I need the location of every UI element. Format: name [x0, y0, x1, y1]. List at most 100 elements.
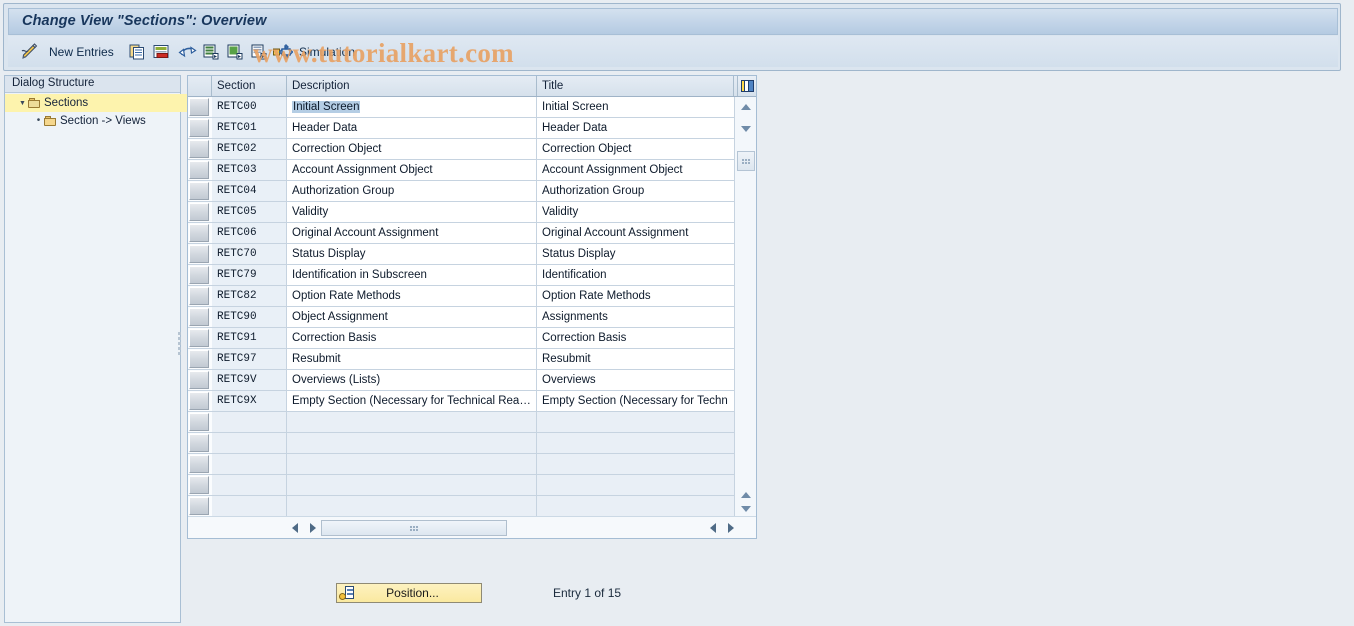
table-row[interactable]: RETC00 Initial Screen Initial Screen: [188, 97, 734, 118]
table-row[interactable]: RETC90 Object Assignment Assignments: [188, 307, 734, 328]
table-row[interactable]: RETC03 Account Assignment Object Account A…: [188, 160, 734, 181]
table-row[interactable]: RETC97 Resubmit Resubmit: [188, 349, 734, 370]
table-cell-empty[interactable]: [287, 496, 537, 516]
row-select-button[interactable]: [189, 497, 209, 515]
table-cell-description[interactable]: Correction Object: [287, 139, 537, 159]
table-cell-empty[interactable]: [537, 454, 734, 474]
table-cell-description[interactable]: Original Account Assignment: [287, 223, 537, 243]
table-row-empty[interactable]: [188, 475, 734, 496]
table-cell-empty[interactable]: [287, 412, 537, 432]
table-cell-description[interactable]: Validity: [287, 202, 537, 222]
table-row-empty[interactable]: [188, 433, 734, 454]
column-header-description[interactable]: Description: [287, 76, 537, 96]
table-horizontal-scrollbar[interactable]: [188, 516, 756, 538]
simulation-button[interactable]: Simulation: [299, 36, 355, 67]
scroll-right-button[interactable]: [304, 520, 321, 536]
select-block-icon[interactable]: [249, 36, 269, 67]
row-select-button[interactable]: [189, 245, 209, 263]
table-cell-section[interactable]: RETC03: [212, 160, 287, 180]
scroll-right-button-right[interactable]: [722, 520, 739, 536]
row-select-button[interactable]: [189, 140, 209, 158]
table-row-empty[interactable]: [188, 454, 734, 475]
scroll-up-button-bottom[interactable]: [738, 487, 754, 502]
table-cell-title[interactable]: Identification: [537, 265, 734, 285]
table-cell-section[interactable]: RETC04: [212, 181, 287, 201]
table-cell-title[interactable]: Overviews: [537, 370, 734, 390]
sidebar-item-sections[interactable]: ▼ Sections: [5, 94, 192, 112]
row-select-button[interactable]: [189, 413, 209, 431]
table-row[interactable]: RETC06 Original Account Assignment Origina…: [188, 223, 734, 244]
delete-icon[interactable]: [151, 36, 171, 67]
table-row[interactable]: RETC02 Correction Object Correction Object: [188, 139, 734, 160]
table-cell-title[interactable]: Option Rate Methods: [537, 286, 734, 306]
table-cell-empty[interactable]: [537, 475, 734, 495]
select-all-icon[interactable]: [201, 36, 221, 67]
table-cell-section[interactable]: RETC9V: [212, 370, 287, 390]
row-select-button[interactable]: [189, 329, 209, 347]
row-select-button[interactable]: [189, 455, 209, 473]
panel-splitter-handle[interactable]: [178, 330, 183, 368]
table-cell-empty[interactable]: [212, 496, 287, 516]
table-row[interactable]: RETC79 Identification in Subscreen Identif…: [188, 265, 734, 286]
table-row[interactable]: RETC82 Option Rate Methods Option Rate Met…: [188, 286, 734, 307]
table-cell-title[interactable]: Correction Basis: [537, 328, 734, 348]
table-cell-title[interactable]: Initial Screen: [537, 97, 734, 117]
simulation-icon[interactable]: [272, 36, 294, 67]
row-select-button[interactable]: [189, 308, 209, 326]
row-select-button[interactable]: [189, 182, 209, 200]
row-select-button[interactable]: [189, 392, 209, 410]
table-cell-empty[interactable]: [212, 412, 287, 432]
table-cell-empty[interactable]: [287, 433, 537, 453]
display-change-icon[interactable]: [16, 36, 42, 67]
position-button[interactable]: Position...: [336, 583, 482, 603]
table-cell-description[interactable]: Overviews (Lists): [287, 370, 537, 390]
row-select-button[interactable]: [189, 287, 209, 305]
table-cell-section[interactable]: RETC70: [212, 244, 287, 264]
deselect-all-icon[interactable]: [225, 36, 245, 67]
new-entries-button[interactable]: New Entries: [49, 36, 114, 67]
table-row[interactable]: RETC01 Header Data Header Data: [188, 118, 734, 139]
table-row[interactable]: RETC9X Empty Section (Necessary for Techn…: [188, 391, 734, 412]
table-row[interactable]: RETC04 Authorization Group Authorization G…: [188, 181, 734, 202]
table-cell-empty[interactable]: [537, 412, 734, 432]
table-cell-section[interactable]: RETC01: [212, 118, 287, 138]
table-cell-description[interactable]: Empty Section (Necessary for Technical R…: [287, 391, 537, 411]
scroll-left-button[interactable]: [286, 520, 303, 536]
scroll-up-button[interactable]: [738, 99, 754, 114]
table-cell-section[interactable]: RETC06: [212, 223, 287, 243]
table-row[interactable]: RETC91 Correction Basis Correction Basis: [188, 328, 734, 349]
table-cell-title[interactable]: Correction Object: [537, 139, 734, 159]
undo-icon[interactable]: [176, 36, 198, 67]
table-cell-section[interactable]: RETC82: [212, 286, 287, 306]
table-cell-description[interactable]: Option Rate Methods: [287, 286, 537, 306]
table-row-empty[interactable]: [188, 496, 734, 516]
row-select-button[interactable]: [189, 434, 209, 452]
column-header-section[interactable]: Section: [212, 76, 287, 96]
column-header-title[interactable]: Title: [537, 76, 734, 96]
row-select-button[interactable]: [189, 371, 209, 389]
table-cell-title[interactable]: Original Account Assignment: [537, 223, 734, 243]
table-cell-section[interactable]: RETC00: [212, 97, 287, 117]
table-cell-empty[interactable]: [537, 433, 734, 453]
table-vertical-scrollbar[interactable]: [734, 97, 756, 516]
table-row[interactable]: RETC9V Overviews (Lists) Overviews: [188, 370, 734, 391]
table-cell-title[interactable]: Header Data: [537, 118, 734, 138]
sidebar-item-section-views[interactable]: • Section -> Views: [5, 112, 208, 130]
table-cell-section[interactable]: RETC9X: [212, 391, 287, 411]
table-cell-section[interactable]: RETC90: [212, 307, 287, 327]
table-cell-section[interactable]: RETC02: [212, 139, 287, 159]
scrollbar-thumb-vertical[interactable]: [737, 151, 755, 171]
table-cell-description[interactable]: Authorization Group: [287, 181, 537, 201]
table-row[interactable]: RETC05 Validity Validity: [188, 202, 734, 223]
table-cell-description[interactable]: Resubmit: [287, 349, 537, 369]
row-select-button[interactable]: [189, 266, 209, 284]
row-select-button[interactable]: [189, 98, 209, 116]
row-select-button[interactable]: [189, 476, 209, 494]
table-cell-empty[interactable]: [212, 454, 287, 474]
table-cell-empty[interactable]: [287, 475, 537, 495]
table-cell-description[interactable]: Initial Screen: [287, 97, 537, 117]
table-cell-description[interactable]: Correction Basis: [287, 328, 537, 348]
table-cell-empty[interactable]: [212, 433, 287, 453]
scroll-left-button-right[interactable]: [704, 520, 721, 536]
table-cell-title[interactable]: Empty Section (Necessary for Techn: [537, 391, 734, 411]
